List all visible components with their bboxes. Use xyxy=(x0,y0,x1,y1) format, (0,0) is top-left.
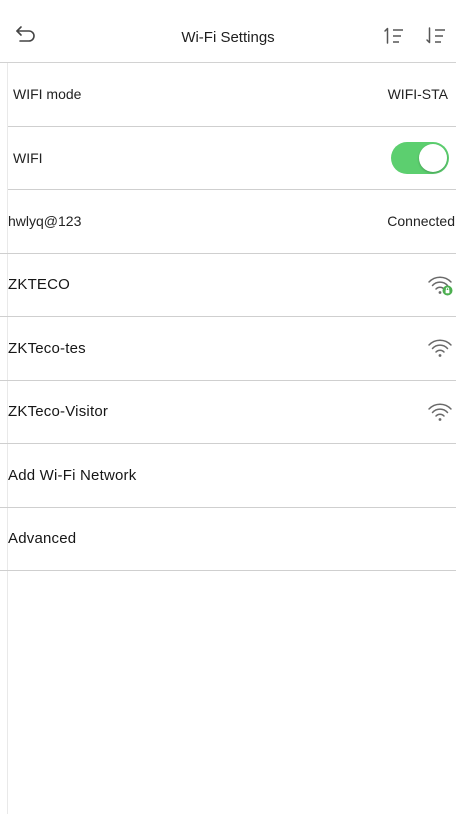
wifi-label: WIFI xyxy=(13,149,43,166)
network-status: Connected xyxy=(387,213,455,230)
wifi-icon xyxy=(428,403,452,421)
add-network-label: Add Wi-Fi Network xyxy=(8,466,137,484)
wifi-mode-label: WIFI mode xyxy=(13,86,82,103)
wifi-icon xyxy=(428,339,452,358)
advanced-row[interactable]: Advanced xyxy=(0,508,456,571)
sort-ascending-icon[interactable] xyxy=(383,26,405,46)
wifi-settings-screen: Wi-Fi Settings WIFI mode WIFI-STA WIFI h… xyxy=(0,0,456,814)
network-row[interactable]: ZKTeco-Visitor xyxy=(0,381,456,444)
network-ssid: ZKTeco-tes xyxy=(8,339,86,357)
network-ssid: ZKTeco-Visitor xyxy=(8,403,109,421)
network-ssid: hwlyq@123 xyxy=(8,213,82,230)
advanced-label: Advanced xyxy=(8,530,77,548)
header-bar: Wi-Fi Settings xyxy=(0,0,456,63)
network-row-connected[interactable]: hwlyq@123 Connected xyxy=(0,190,456,254)
wifi-toggle[interactable] xyxy=(391,141,449,174)
sort-descending-icon[interactable] xyxy=(425,26,447,46)
add-network-row[interactable]: Add Wi-Fi Network xyxy=(0,444,456,508)
wifi-mode-row[interactable]: WIFI mode WIFI-STA xyxy=(8,63,456,127)
network-row[interactable]: ZKTeco-tes xyxy=(0,317,456,381)
wifi-locked-icon xyxy=(428,276,453,296)
network-row[interactable]: ZKTECO xyxy=(0,254,456,317)
wifi-mode-value: WIFI-STA xyxy=(387,86,448,103)
network-ssid: ZKTECO xyxy=(8,276,71,294)
toggle-knob xyxy=(419,143,447,172)
wifi-toggle-row: WIFI xyxy=(8,127,456,190)
